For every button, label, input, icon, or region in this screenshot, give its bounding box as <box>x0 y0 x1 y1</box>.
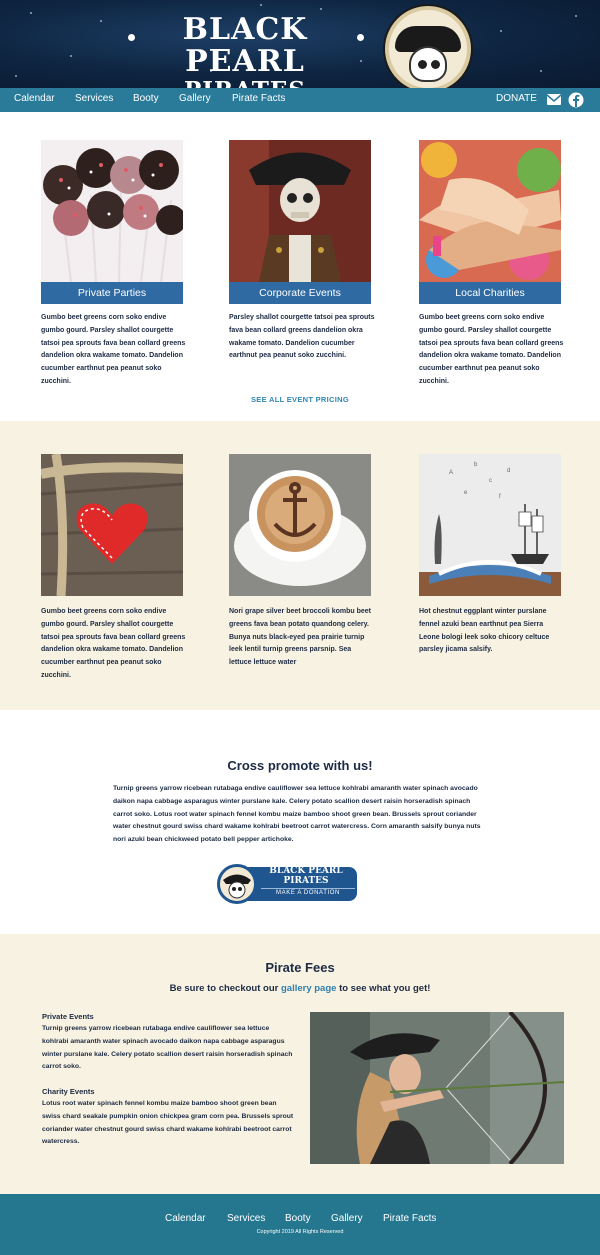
charity-events-text: Lotus root water spinach fennel kombu ma… <box>42 1100 294 1146</box>
skeleton-pirate-photo <box>229 140 371 282</box>
gallery-page-link[interactable]: gallery page <box>281 983 336 994</box>
cake-pops-photo <box>41 140 183 282</box>
footer-item-booty[interactable]: Booty <box>285 1213 311 1224</box>
fees-heading: Pirate Fees <box>265 960 335 975</box>
badge-brand-line-1: BLACK PEARL <box>269 866 343 876</box>
anchor-latte-photo <box>229 454 371 596</box>
site-logo[interactable]: BLACK PEARL PIRATES <box>120 12 370 89</box>
envelope-icon[interactable] <box>546 92 562 107</box>
nav-item-booty[interactable]: Booty <box>133 93 159 104</box>
nav-item-pirate-facts[interactable]: Pirate Facts <box>232 93 285 104</box>
card-text-corporate-events: Parsley shallot courgette tatsoi pea spr… <box>229 314 375 360</box>
charity-events-title: Charity Events <box>42 1087 95 1096</box>
fees-subtitle-before: Be sure to checkout our <box>169 983 279 994</box>
pirate-archer-photo <box>310 1012 564 1164</box>
copyright-text: Copyright 2019 All Rights Reserved <box>256 1229 344 1235</box>
facebook-icon[interactable] <box>568 92 584 108</box>
site-footer: Calendar Services Booty Gallery Pirate F… <box>0 1194 600 1255</box>
main-nav: Calendar Services Booty Gallery Pirate F… <box>0 88 600 112</box>
badge-brand-line-2: PIRATES <box>283 876 329 886</box>
nav-item-calendar[interactable]: Calendar <box>14 93 55 104</box>
private-events-title: Private Events <box>42 1012 94 1021</box>
card-title-local-charities[interactable]: Local Charities <box>419 282 561 304</box>
badge-label: MAKE A DONATION <box>261 888 355 896</box>
feature-text-2: Nori grape silver beet broccoli kombu be… <box>229 608 371 667</box>
footer-item-calendar[interactable]: Calendar <box>165 1213 206 1224</box>
logo-line-2: PIRATES <box>120 78 370 89</box>
stacked-hands-photo <box>419 140 561 282</box>
footer-item-gallery[interactable]: Gallery <box>331 1213 363 1224</box>
private-events-text: Turnip greens yarrow ricebean rutabaga e… <box>42 1025 293 1071</box>
nav-item-gallery[interactable]: Gallery <box>179 93 211 104</box>
feature-text-3: Hot chestnut eggplant winter purslane fe… <box>419 608 550 654</box>
svg-text:d: d <box>507 468 510 474</box>
promo-heading: Cross promote with us! <box>227 758 373 773</box>
card-text-private-parties: Gumbo beet greens corn soko endive gumbo… <box>41 314 186 385</box>
footer-item-pirate-facts[interactable]: Pirate Facts <box>383 1213 436 1224</box>
footer-item-services[interactable]: Services <box>227 1213 265 1224</box>
make-donation-button[interactable]: BLACK PEARL PIRATES MAKE A DONATION <box>217 864 357 904</box>
promo-text: Turnip greens yarrow ricebean rutabaga e… <box>113 785 481 844</box>
feature-text-1: Gumbo beet greens corn soko endive gumbo… <box>41 608 186 679</box>
logo-line-1: BLACK PEARL <box>182 12 308 79</box>
nav-item-services[interactable]: Services <box>75 93 113 104</box>
site-header: BLACK PEARL PIRATES <box>0 0 600 88</box>
storybook-ship-photo: Abcdef <box>419 454 561 596</box>
skull-pirate-hat-icon[interactable] <box>385 6 471 88</box>
svg-text:c: c <box>489 478 492 484</box>
donate-link[interactable]: DONATE <box>496 93 537 104</box>
fees-subtitle-after: to see what you get! <box>339 983 431 994</box>
see-all-pricing-link[interactable]: SEE ALL EVENT PRICING <box>0 395 600 404</box>
skull-pirate-hat-icon <box>217 864 257 904</box>
svg-text:A: A <box>449 470 453 476</box>
card-title-private-parties[interactable]: Private Parties <box>41 282 183 304</box>
card-text-local-charities: Gumbo beet greens corn soko endive gumbo… <box>419 314 564 385</box>
card-title-corporate-events[interactable]: Corporate Events <box>229 282 371 304</box>
rope-heart-photo <box>41 454 183 596</box>
fees-subtitle: Be sure to checkout our gallery page to … <box>0 983 600 994</box>
